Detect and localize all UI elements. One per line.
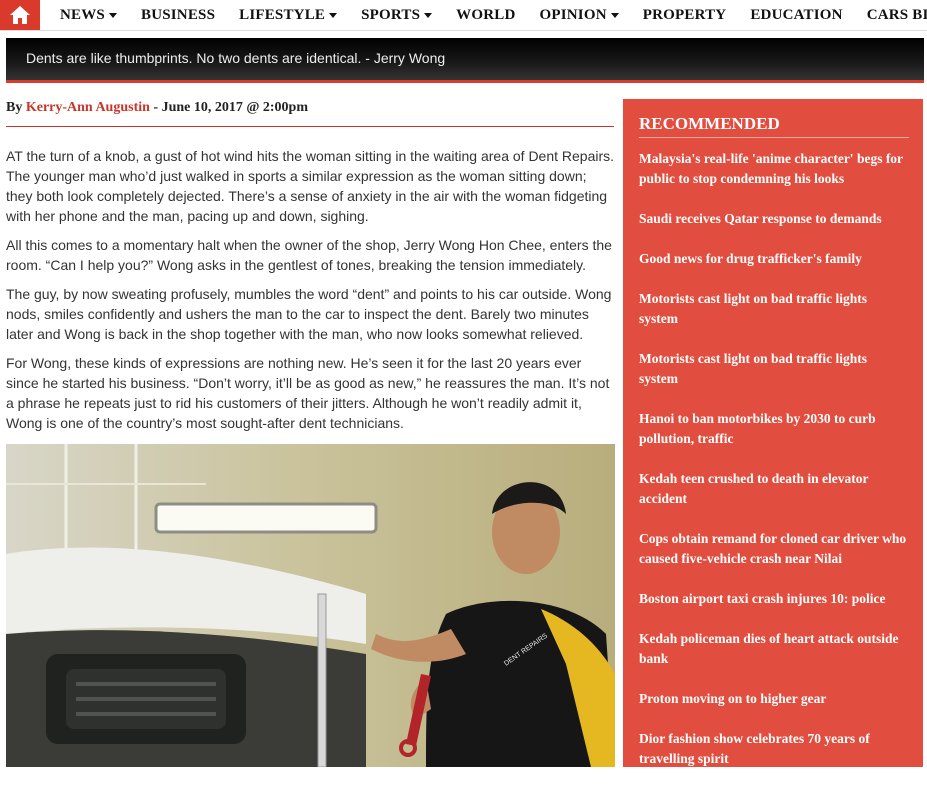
byline: By Kerry-Ann Augustin - June 10, 2017 @ … [6, 100, 614, 116]
recommended-link[interactable]: Proton moving on to higher gear [639, 689, 909, 729]
chevron-down-icon [424, 12, 433, 18]
recommended-link[interactable]: Dior fashion show celebrates 70 years of… [639, 729, 909, 789]
nav-lifestyle[interactable]: LIFESTYLE [239, 7, 338, 24]
sidebar-divider [639, 137, 909, 138]
article-body: AT the turn of a knob, a gust of hot win… [6, 146, 616, 442]
nav-news[interactable]: NEWS [60, 7, 117, 24]
article-paragraph: All this comes to a momentary halt when … [6, 237, 612, 273]
dent-technician-photo: DENT REPAIRS [6, 444, 615, 767]
byline-divider [6, 126, 614, 127]
quote-banner: Dents are like thumbprints. No two dents… [6, 38, 924, 80]
sidebar-title: RECOMMENDED [639, 114, 780, 133]
nav-sports[interactable]: SPORTS [361, 7, 433, 24]
byline-prefix: By [6, 100, 23, 115]
recommended-link[interactable]: Saudi receives Qatar response to demands [639, 209, 909, 249]
nav-world[interactable]: WORLD [456, 7, 515, 24]
recommended-link[interactable]: Boston airport taxi crash injures 10: po… [639, 589, 909, 629]
recommended-link[interactable]: Kedah policeman dies of heart attack out… [639, 629, 909, 689]
recommended-link[interactable]: Motorists cast light on bad traffic ligh… [639, 349, 909, 409]
recommended-list: Malaysia's real-life 'anime character' b… [639, 149, 909, 789]
banner-divider [6, 80, 924, 83]
recommended-link[interactable]: Motorists cast light on bad traffic ligh… [639, 289, 909, 349]
banner-quote: Dents are like thumbprints. No two dents… [26, 50, 446, 66]
article-paragraph: For Wong, these kinds of expressions are… [6, 355, 610, 431]
recommended-link[interactable]: Kedah teen crushed to death in elevator … [639, 469, 909, 529]
nav-business[interactable]: BUSINESS [141, 7, 215, 24]
nav-education[interactable]: EDUCATION [750, 7, 842, 24]
chevron-down-icon [329, 12, 338, 18]
article-paragraph: AT the turn of a knob, a gust of hot win… [6, 148, 615, 224]
article-photo: DENT REPAIRS [6, 444, 615, 767]
home-button[interactable] [0, 0, 40, 30]
article-paragraph: The guy, by now sweating profusely, mumb… [6, 286, 612, 342]
chevron-down-icon [108, 12, 117, 18]
home-icon [10, 6, 30, 24]
top-nav: NEWS BUSINESS LIFESTYLE SPORTS WORLD OPI… [0, 0, 927, 31]
recommended-link[interactable]: Hanoi to ban motorbikes by 2030 to curb … [639, 409, 909, 469]
recommended-sidebar: RECOMMENDED Malaysia's real-life 'anime … [623, 99, 923, 767]
publish-date: - June 10, 2017 @ 2:00pm [153, 100, 309, 115]
chevron-down-icon [610, 12, 619, 18]
nav-opinion[interactable]: OPINION [540, 7, 619, 24]
recommended-link[interactable]: Good news for drug trafficker's family [639, 249, 909, 289]
author-link[interactable]: Kerry-Ann Augustin [26, 100, 150, 115]
recommended-link[interactable]: Malaysia's real-life 'anime character' b… [639, 149, 909, 209]
nav-cars-bikes[interactable]: CARS BIKES TR [867, 7, 927, 24]
nav-property[interactable]: PROPERTY [643, 7, 727, 24]
recommended-link[interactable]: Cops obtain remand for cloned car driver… [639, 529, 909, 589]
